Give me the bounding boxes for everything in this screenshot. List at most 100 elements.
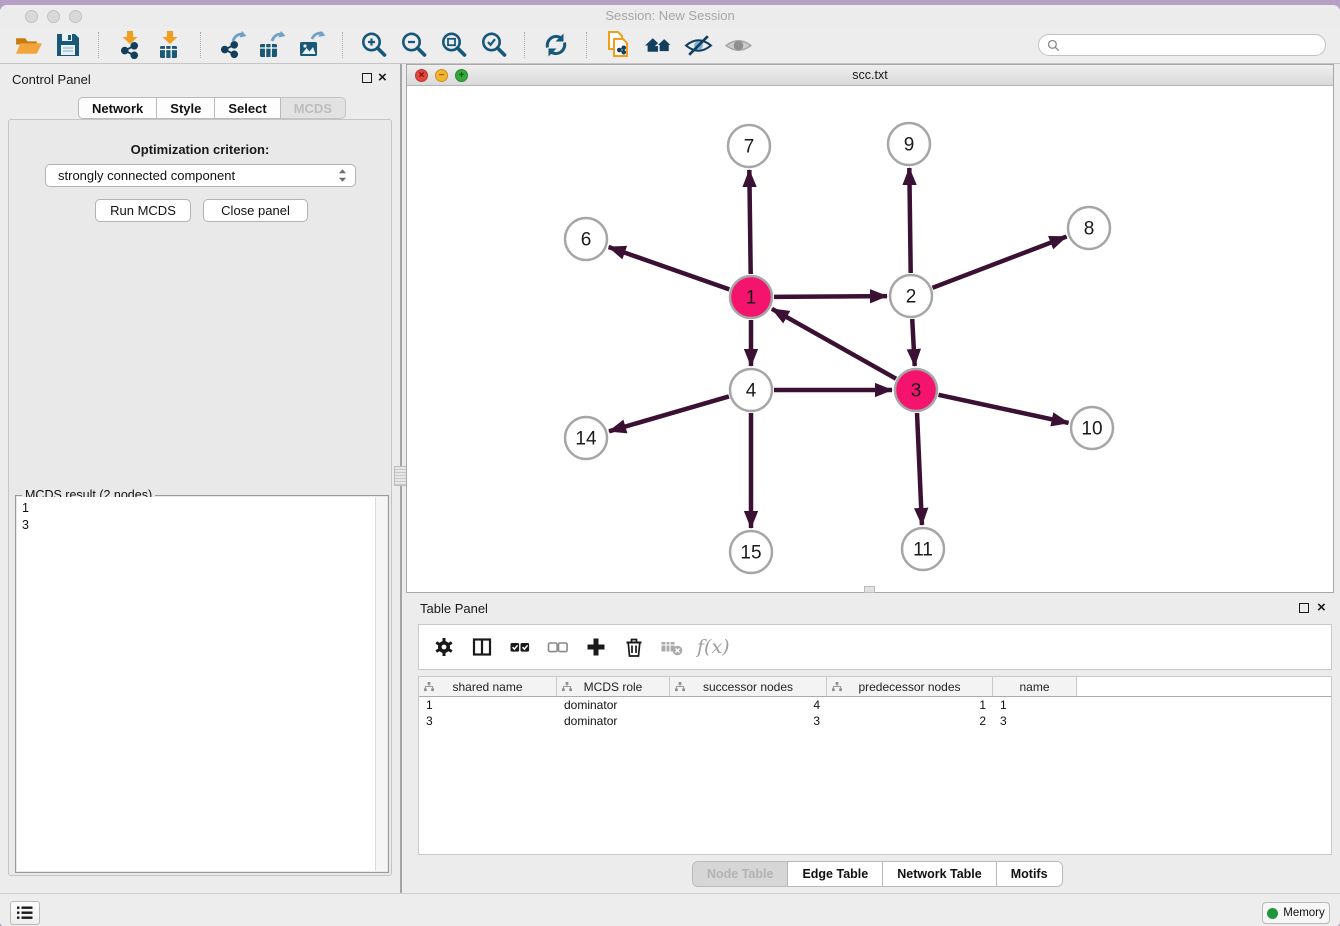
export-image-button[interactable] — [295, 29, 329, 61]
table-settings-button[interactable] — [427, 630, 461, 664]
tab-select[interactable]: Select — [215, 97, 280, 119]
delete-table-button[interactable] — [655, 630, 689, 664]
criterion-dropdown[interactable]: strongly connected component — [45, 164, 356, 187]
network-canvas[interactable]: 7 9 6 8 1 2 4 3 14 10 15 11 — [407, 86, 1333, 592]
graph-node-1[interactable]: 1 — [730, 276, 772, 318]
close-panel-button[interactable]: Close panel — [203, 199, 308, 222]
table-cell[interactable]: 3 — [670, 714, 827, 728]
graph-edge-2-8[interactable] — [932, 237, 1066, 288]
graph-edge-3-11[interactable] — [917, 413, 922, 525]
tab-mcds[interactable]: MCDS — [281, 97, 346, 119]
export-network-button[interactable] — [215, 29, 249, 61]
show-all-button[interactable] — [721, 29, 755, 61]
search-box[interactable] — [1038, 34, 1326, 56]
hide-selected-button[interactable] — [681, 29, 715, 61]
graph-node-15[interactable]: 15 — [730, 531, 772, 573]
column-header-name[interactable]: name — [993, 677, 1077, 696]
graph-node-label: 14 — [575, 429, 597, 450]
open-session-button[interactable] — [11, 29, 45, 61]
tab-network-table[interactable]: Network Table — [882, 862, 996, 886]
graph-node-10[interactable]: 10 — [1071, 407, 1113, 449]
table-cell[interactable]: 1 — [993, 698, 1077, 712]
column-header-predecessor-nodes[interactable]: predecessor nodes — [827, 677, 993, 696]
graph-edge-2-9[interactable] — [909, 168, 910, 273]
result-scrollbar[interactable] — [375, 497, 387, 871]
zoom-selected-button[interactable] — [477, 29, 511, 61]
table-row[interactable]: 1dominator411 — [419, 697, 1331, 713]
home-button[interactable] — [641, 29, 675, 61]
graph-edge-3-10[interactable] — [938, 395, 1068, 423]
graph-node-14[interactable]: 14 — [565, 417, 607, 459]
add-column-button[interactable] — [579, 630, 613, 664]
graph-node-label: 2 — [906, 287, 917, 308]
clone-network-button[interactable] — [601, 29, 635, 61]
column-header-shared-name[interactable]: shared name — [419, 677, 557, 696]
tab-edge-table[interactable]: Edge Table — [787, 862, 882, 886]
mcds-result-text[interactable]: 13 — [17, 497, 375, 871]
graph-edge-1-2[interactable] — [774, 296, 887, 297]
memory-button[interactable]: Memory — [1262, 902, 1330, 924]
table-cell[interactable]: 3 — [419, 714, 557, 728]
save-floppy-icon — [54, 31, 82, 59]
home-icon — [644, 31, 673, 60]
zoom-out-icon — [399, 30, 429, 60]
table-cell[interactable]: 2 — [827, 714, 993, 728]
zoom-fit-button[interactable] — [437, 29, 471, 61]
node-table: shared nameMCDS rolesuccessor nodesprede… — [418, 676, 1332, 855]
import-table-button[interactable] — [153, 29, 187, 61]
graph-node-label: 9 — [904, 135, 915, 156]
graph-edge-3-1[interactable] — [772, 309, 896, 379]
table-cell[interactable]: 4 — [670, 698, 827, 712]
status-bar: Memory — [0, 893, 1340, 926]
float-panel-icon[interactable] — [362, 73, 372, 83]
close-panel-icon[interactable]: × — [378, 72, 387, 84]
graph-node-4[interactable]: 4 — [730, 369, 772, 411]
graph-edge-1-6[interactable] — [609, 247, 730, 289]
graph-edge-4-14[interactable] — [609, 396, 729, 431]
table-cell[interactable]: 3 — [993, 714, 1077, 728]
select-all-rows-button[interactable] — [503, 630, 537, 664]
save-session-button[interactable] — [51, 29, 85, 61]
graph-node-8[interactable]: 8 — [1068, 207, 1110, 249]
delete-column-button[interactable] — [617, 630, 651, 664]
close-table-panel-icon[interactable]: × — [1317, 602, 1326, 614]
show-column-panel-button[interactable] — [465, 630, 499, 664]
column-label: name — [1019, 680, 1049, 694]
table-cell[interactable]: 1 — [419, 698, 557, 712]
tab-motifs[interactable]: Motifs — [996, 862, 1062, 886]
eye-icon — [724, 31, 753, 60]
column-header-successor-nodes[interactable]: successor nodes — [670, 677, 827, 696]
task-history-button[interactable] — [10, 901, 40, 925]
tab-network[interactable]: Network — [78, 97, 157, 119]
float-table-panel-icon[interactable] — [1299, 603, 1309, 613]
window-titlebar: Session: New Session — [0, 5, 1340, 28]
table-cell[interactable]: 1 — [827, 698, 993, 712]
zoom-in-button[interactable] — [357, 29, 391, 61]
export-table-button[interactable] — [255, 29, 289, 61]
column-header-MCDS-role[interactable]: MCDS role — [557, 677, 670, 696]
graph-node-9[interactable]: 9 — [888, 123, 930, 165]
graph-node-3[interactable]: 3 — [895, 369, 937, 411]
tab-style[interactable]: Style — [157, 97, 215, 119]
network-graph[interactable]: 7 9 6 8 1 2 4 3 14 10 15 11 — [407, 86, 1333, 592]
import-network-button[interactable] — [113, 29, 147, 61]
graph-edge-2-3[interactable] — [912, 319, 915, 366]
run-mcds-button[interactable]: Run MCDS — [95, 199, 191, 222]
table-cell[interactable]: dominator — [557, 714, 670, 728]
network-window-titlebar[interactable]: × − + scc.txt — [407, 65, 1333, 86]
tab-node-table[interactable]: Node Table — [693, 862, 787, 886]
refresh-button[interactable] — [539, 29, 573, 61]
graph-node-label: 11 — [913, 540, 933, 561]
table-row[interactable]: 3dominator323 — [419, 713, 1331, 729]
graph-node-6[interactable]: 6 — [565, 218, 607, 260]
search-input[interactable] — [1065, 37, 1317, 53]
zoom-out-button[interactable] — [397, 29, 431, 61]
function-builder-button[interactable]: f(x) — [697, 636, 730, 658]
table-cell[interactable]: dominator — [557, 698, 670, 712]
graph-node-7[interactable]: 7 — [728, 125, 770, 167]
graph-node-2[interactable]: 2 — [890, 275, 932, 317]
deselect-all-rows-button[interactable] — [541, 630, 575, 664]
horizontal-splitter-grip[interactable] — [864, 586, 875, 593]
graph-node-11[interactable]: 11 — [902, 528, 944, 570]
graph-edge-1-7[interactable] — [749, 170, 750, 274]
